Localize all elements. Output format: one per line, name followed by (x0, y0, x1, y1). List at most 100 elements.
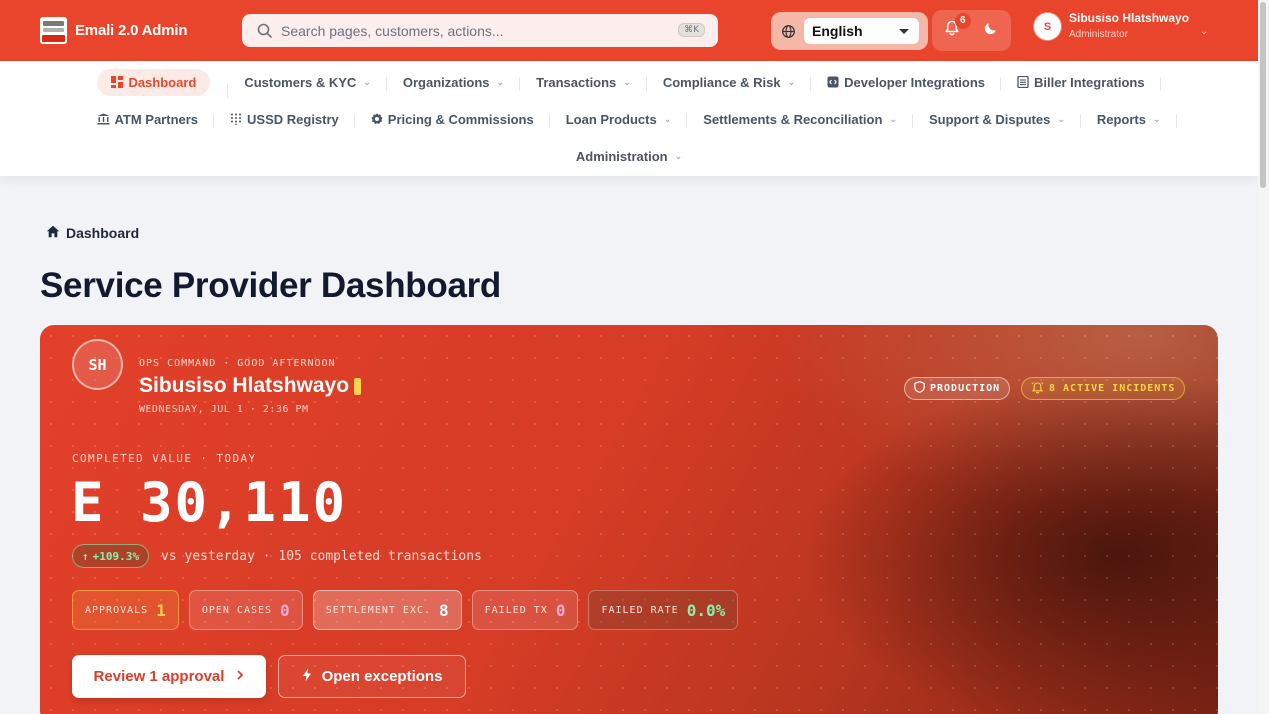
user-menu[interactable]: S Sibusiso Hlatshwayo Administrator ⌄ (1034, 11, 1208, 42)
stat-failed-rate[interactable]: FAILED RATE 0.0% (588, 590, 739, 630)
globe-icon (781, 24, 796, 39)
dialpad-icon (230, 113, 242, 126)
chevron-down-icon: ⌄ (1200, 26, 1209, 37)
notification-count-badge: 6 (954, 12, 971, 29)
nav-organizations[interactable]: Organizations ⌄ (387, 74, 521, 91)
nav-label: Reports (1096, 111, 1146, 127)
completed-value: E 30,110 (71, 471, 348, 534)
environment-tag-label: PRODUCTION (930, 383, 1001, 394)
completed-value-label: COMPLETED VALUE · TODAY (72, 452, 257, 465)
breadcrumb-label: Dashboard (66, 225, 140, 241)
nav-label: Compliance & Risk (662, 74, 781, 90)
chevron-right-icon (236, 668, 244, 685)
nav-loan-products[interactable]: Loan Products ⌄ (550, 111, 688, 128)
nav-settlements-reconciliation[interactable]: Settlements & Reconciliation ⌄ (687, 111, 913, 128)
nav-pricing-commissions[interactable]: Pricing & Commissions (355, 111, 550, 128)
nav-label: Developer Integrations (844, 74, 986, 90)
review-approval-button[interactable]: Review 1 approval (72, 655, 266, 698)
grid-icon (111, 76, 124, 88)
bolt-icon (302, 668, 312, 686)
stat-key: FAILED TX (484, 604, 548, 616)
nav-reports[interactable]: Reports ⌄ (1081, 111, 1177, 128)
stat-value: 0 (280, 600, 290, 620)
nav-label: USSD Registry (247, 111, 339, 127)
code-icon (827, 76, 839, 88)
nav-label: Biller Integrations (1034, 74, 1145, 90)
chevron-down-icon: ⌄ (889, 113, 897, 124)
chevron-down-icon: ⌄ (363, 76, 371, 87)
stat-key: FAILED RATE (601, 604, 679, 616)
nav-support-disputes[interactable]: Support & Disputes ⌄ (913, 111, 1081, 128)
nav-administration[interactable]: Administration ⌄ (560, 149, 698, 164)
breadcrumb[interactable]: Dashboard (46, 225, 139, 241)
theme-toggle-button[interactable] (976, 16, 1006, 46)
ops-hero-card: SH OPS COMMAND · GOOD AFTERNOON Sibusiso… (40, 325, 1218, 714)
moon-icon (983, 20, 999, 41)
user-role: Administrator (1069, 29, 1128, 40)
stat-failed-tx[interactable]: FAILED TX 0 (471, 590, 579, 630)
shield-icon (914, 381, 925, 396)
stat-open-cases[interactable]: OPEN CASES 0 (188, 590, 303, 630)
stat-approvals[interactable]: APPROVALS 1 (72, 590, 179, 630)
chevron-down-icon: ⌄ (787, 76, 796, 87)
nav-label: Customers & KYC (244, 74, 357, 90)
delta-badge: ↑ +109.3% (72, 544, 149, 568)
delta-value: +109.3% (92, 549, 139, 563)
nav-label: Pricing & Commissions (387, 111, 534, 127)
nav-atm-partners[interactable]: ATM Partners (81, 111, 214, 128)
nav-row-3: Administration ⌄ (0, 146, 1258, 166)
nav-label: Transactions (536, 74, 617, 90)
chevron-down-icon: ⌄ (1057, 113, 1065, 124)
nav-label: ATM Partners (114, 111, 199, 127)
stat-value: 8 (439, 600, 449, 620)
nav-label: Administration (575, 148, 668, 164)
shortcut-hint: ⌘K (678, 23, 705, 37)
stat-settlement-exceptions[interactable]: SETTLEMENT EXC. 8 (312, 590, 462, 630)
incidents-tag[interactable]: 8 ACTIVE INCIDENTS (1021, 377, 1186, 400)
hero-avatar: SH (72, 339, 123, 390)
main-nav: Dashboard Customers & KYC ⌄ Organizations… (0, 61, 1258, 176)
alarm-icon (1031, 381, 1044, 397)
stat-value: 0 (555, 600, 566, 620)
nav-ussd-registry[interactable]: USSD Registry (214, 111, 355, 128)
brand-name: Emali 2.0 Admin (75, 22, 188, 39)
caret-down-icon (899, 28, 909, 34)
search-input[interactable] (281, 22, 661, 39)
cursor-bar (354, 377, 362, 395)
nav-transactions[interactable]: Transactions ⌄ (520, 74, 647, 91)
arrow-up-icon: ↑ (82, 549, 89, 563)
stat-key: APPROVALS (85, 604, 149, 616)
badge-icon (371, 113, 383, 125)
chevron-down-icon: ⌄ (623, 76, 631, 87)
nav-dashboard[interactable]: Dashboard (97, 68, 211, 96)
home-icon (46, 225, 60, 241)
nav-label: Organizations (402, 74, 490, 90)
environment-tag: PRODUCTION (904, 377, 1011, 400)
language-select[interactable]: English (804, 18, 919, 44)
scrollbar-thumb[interactable] (1260, 2, 1266, 188)
stat-value: 1 (156, 600, 166, 620)
nav-label: Loan Products (565, 111, 657, 127)
search-icon (256, 22, 274, 40)
page-scrollbar[interactable] (1258, 0, 1269, 714)
nav-customers-kyc[interactable]: Customers & KYC ⌄ (228, 74, 387, 91)
stat-value: 0.0% (686, 600, 726, 620)
hero-greeting: OPS COMMAND · GOOD AFTERNOON (139, 358, 336, 369)
chevron-down-icon: ⌄ (1152, 113, 1161, 124)
stat-key: SETTLEMENT EXC. (325, 604, 431, 616)
nav-label: Settlements & Reconciliation (703, 111, 883, 127)
brand[interactable]: Emali 2.0 Admin (40, 17, 188, 44)
nav-label: Support & Disputes (928, 111, 1051, 127)
chevron-down-icon: ⌄ (496, 76, 505, 87)
search-bar[interactable]: ⌘K (242, 14, 718, 47)
page-title: Service Provider Dashboard (40, 266, 502, 305)
delta-description: vs yesterday · 105 completed transaction… (160, 548, 482, 564)
open-exceptions-button[interactable]: Open exceptions (278, 655, 466, 698)
nav-compliance-risk[interactable]: Compliance & Risk ⌄ (647, 74, 812, 91)
notifications-button[interactable]: 6 (937, 12, 971, 46)
nav-biller-integrations[interactable]: Biller Integrations (1001, 74, 1161, 91)
nav-developer-integrations[interactable]: Developer Integrations (811, 74, 1001, 91)
chevron-down-icon: ⌄ (663, 113, 672, 124)
stat-chips: APPROVALS 1 OPEN CASES 0 SETTLEMENT EXC.… (72, 590, 739, 630)
hero-user-name: Sibusiso Hlatshwayo (139, 374, 362, 398)
